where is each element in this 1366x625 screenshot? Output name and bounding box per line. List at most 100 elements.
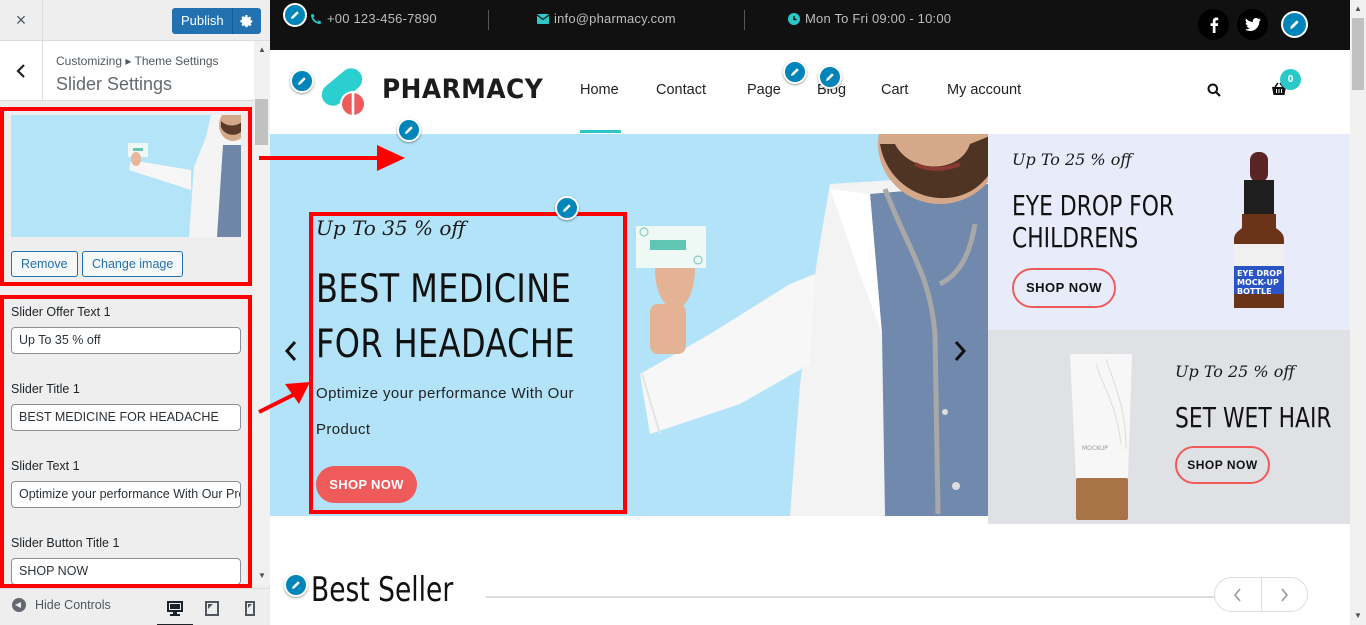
edit-shortcut-social[interactable] [1281,11,1308,38]
email-address: info@pharmacy.com [554,11,676,26]
pencil-icon [791,68,799,76]
banner-shop-now-button[interactable]: SHOP NOW [1175,446,1270,484]
best-seller-carousel-nav [1214,577,1308,612]
topbar-divider [744,10,745,30]
site-brand-name[interactable]: PHARMACY [382,74,543,105]
breadcrumb: Customizing ▸ Theme Settings [56,54,219,68]
bottle-label-text: MOCK-UP [1237,278,1279,287]
search-button[interactable] [1207,83,1221,102]
scrollbar-thumb[interactable] [255,99,268,145]
back-button[interactable] [0,41,43,101]
facebook-link[interactable] [1198,9,1229,40]
customizer-header-bar: × Publish [0,0,270,41]
scroll-up-icon[interactable]: ▲ [1350,2,1366,16]
opening-hours: Mon To Fri 09:00 - 10:00 [805,11,952,26]
publish-settings-button[interactable] [232,8,261,34]
pharmacy-logo-icon[interactable] [315,66,371,118]
main-navigation-bar: PHARMACY Home Contact Page Blog Cart My … [270,50,1350,134]
section-title: Slider Settings [56,74,173,94]
gear-icon [240,14,253,27]
highlight-box-fields [0,295,252,588]
nav-my-account[interactable]: My account [947,82,1021,98]
pencil-icon [298,77,306,85]
best-seller-heading: Best Seller [311,570,454,610]
highlight-box-image [0,107,252,286]
search-icon [1207,83,1221,97]
close-customizer-button[interactable]: × [0,0,43,41]
edit-shortcut-topbar[interactable] [283,3,307,27]
carousel-prev-button[interactable] [1215,578,1262,611]
collapse-icon [12,598,26,612]
topbar-email[interactable]: info@pharmacy.com [537,11,676,26]
nav-page[interactable]: Page [747,82,781,98]
bottle-label-text: BOTTLE [1237,287,1272,296]
customizer-window: × Publish Customizing ▸ Theme Settings S… [0,0,1366,625]
promo-banner-eye-drop: EYE DROP MOCK-UP BOTTLE Up To 25 % off E… [988,134,1350,330]
tablet-icon [205,600,219,616]
preview-scrollbar[interactable]: ▲ ▼ [1350,0,1366,625]
banner-shop-now-button[interactable]: SHOP NOW [1012,268,1116,308]
top-info-bar: +00 123-456-7890 info@pharmacy.com Mon T… [270,0,1350,50]
preview-desktop-button[interactable] [157,596,193,625]
edit-shortcut-logo[interactable] [290,69,314,93]
banner-title-line: EYE DROP FOR [1012,189,1175,222]
cart-count-badge: 0 [1280,69,1301,90]
carousel-next-button[interactable] [1262,578,1308,611]
pencil-icon [563,204,571,212]
topbar-phone[interactable]: +00 123-456-7890 [310,11,437,26]
edit-shortcut-slider-image[interactable] [397,118,421,142]
preview-tablet-button[interactable] [200,596,224,620]
desktop-icon [167,600,183,616]
promo-banner-hair: MOCKUP Up To 25 % off SET WET HAIR SHOP … [988,330,1350,524]
scroll-down-icon[interactable]: ▼ [1350,609,1366,623]
eye-drop-bottle-image: EYE DROP MOCK-UP BOTTLE [1234,152,1284,308]
banner-offer-text: Up To 25 % off [1175,362,1295,381]
twitter-link[interactable] [1237,9,1268,40]
close-icon: × [15,10,27,30]
nav-cart[interactable]: Cart [881,82,908,98]
nav-home[interactable]: Home [580,82,619,98]
customizer-footer: Hide Controls [0,588,270,625]
edit-shortcut-menu-2[interactable] [818,65,842,89]
scroll-up-icon[interactable]: ▲ [254,43,270,57]
active-nav-indicator [580,130,621,133]
edit-shortcut-best-seller[interactable] [284,573,308,597]
chevron-right-icon [954,341,967,361]
banner-title-line: CHILDRENS [1012,221,1139,254]
twitter-icon [1244,18,1261,31]
nav-contact[interactable]: Contact [656,82,706,98]
pencil-icon [826,73,834,81]
phone-number: +00 123-456-7890 [327,11,437,26]
mobile-icon [245,600,255,616]
clock-icon [788,12,800,25]
pencil-icon [291,11,299,19]
chevron-left-icon [284,341,297,361]
scroll-down-icon[interactable]: ▼ [254,569,270,583]
topbar-divider [488,10,489,30]
customizer-sidebar: × Publish Customizing ▸ Theme Settings S… [0,0,270,625]
chevron-right-icon [1281,587,1289,602]
slider-next-button[interactable] [953,339,967,368]
hide-controls-button[interactable]: Hide Controls [12,598,111,612]
preview-mobile-button[interactable] [238,596,262,620]
edit-shortcut-slider-text[interactable] [555,196,579,220]
section-header: Customizing ▸ Theme Settings Slider Sett… [0,41,254,101]
scrollbar-thumb[interactable] [1352,18,1364,90]
site-preview: +00 123-456-7890 info@pharmacy.com Mon T… [270,0,1350,625]
chevron-left-icon [16,64,25,78]
tube-label-text: MOCKUP [1082,445,1108,452]
edit-shortcut-menu[interactable] [783,60,807,84]
banner-title-line: SET WET HAIR [1175,401,1332,434]
slider-prev-button[interactable] [284,339,298,368]
facebook-icon [1210,17,1218,33]
sidebar-scrollbar[interactable]: ▲ ▼ [254,41,270,585]
pencil-icon [292,581,300,589]
heading-divider [486,596,1216,598]
publish-button[interactable]: Publish [172,8,233,34]
hero-slider: Up To 35 % off BEST MEDICINE FOR HEADACH… [270,134,988,516]
topbar-hours: Mon To Fri 09:00 - 10:00 [788,11,951,26]
envelope-icon [537,13,549,24]
publish-group: Publish [172,8,261,34]
chevron-left-icon [1233,587,1241,602]
hide-controls-label: Hide Controls [35,598,111,612]
